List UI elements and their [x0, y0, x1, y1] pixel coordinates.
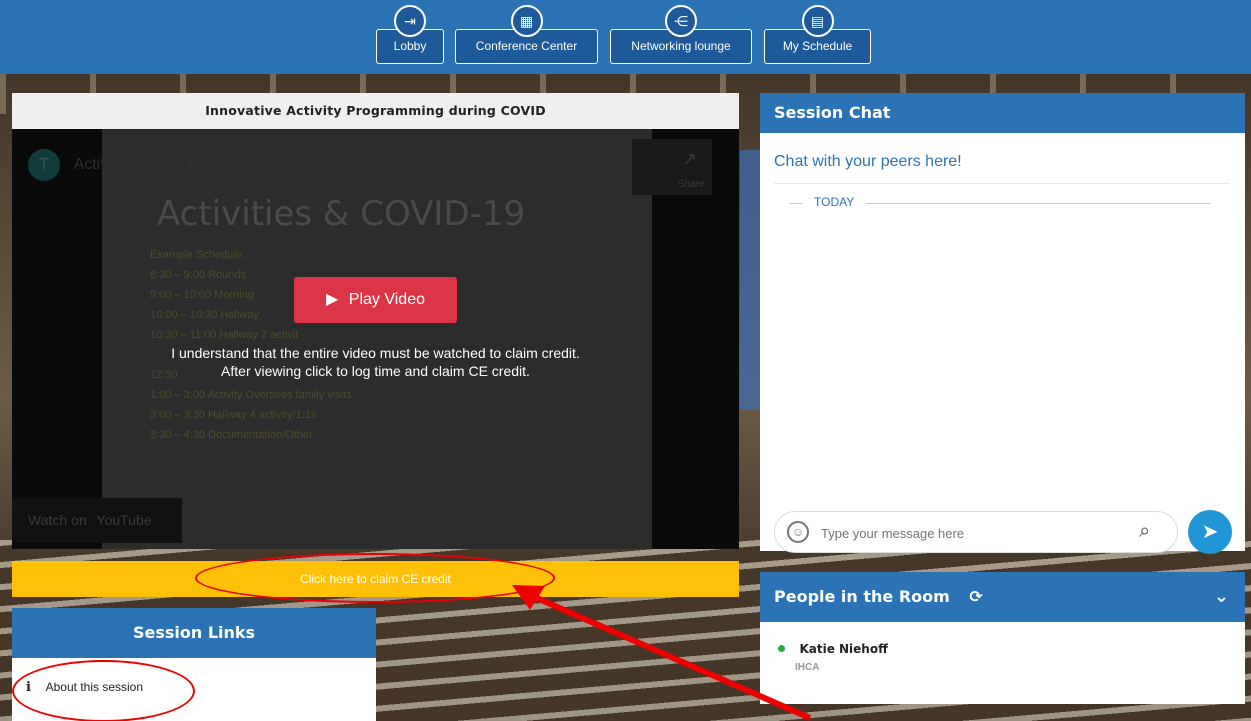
annotation-arrow [512, 585, 812, 721]
annotation-arrow-shaft [528, 592, 812, 721]
